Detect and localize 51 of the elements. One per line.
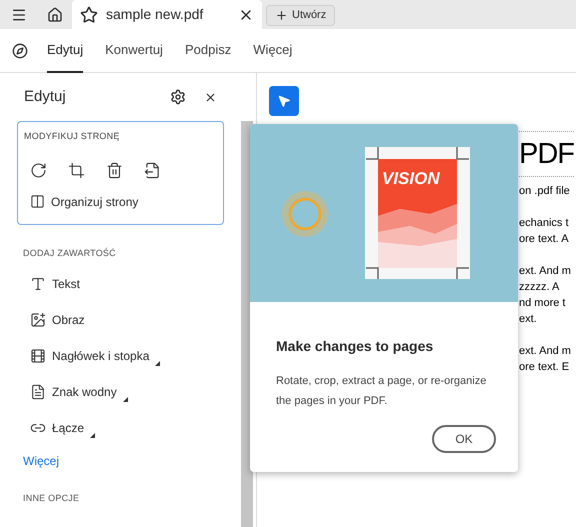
settings-icon[interactable] (170, 89, 186, 105)
section-heading: INNE OPCJE (23, 492, 80, 504)
section-heading: DODAJ ZAWARTOŚĆ (23, 247, 117, 260)
add-content-item[interactable]: Łącze (30, 418, 96, 438)
popup-description: Rotate, crop, extract a page, or re-organize the pages in your PDF. (276, 374, 488, 409)
pages-illustration: VISION (250, 124, 518, 302)
organize-pages-button[interactable]: Organizuj strony (30, 192, 217, 210)
toolbar-tab[interactable]: Podpisz (184, 28, 232, 72)
trash-icon[interactable] (106, 162, 123, 178)
star-icon[interactable] (80, 6, 98, 24)
document-tab[interactable]: sample new.pdf (72, 0, 262, 29)
toolbar-tab[interactable]: Więcej (253, 28, 292, 72)
document-text: ext. (519, 312, 537, 327)
create-button[interactable]: Utwórz (266, 5, 336, 26)
document-text: nd more t (519, 296, 566, 311)
more-link[interactable]: Więcej (23, 452, 60, 470)
section-heading: MODYFIKUJ STRONĘ (24, 130, 121, 143)
panel-title: Edytuj (24, 86, 67, 107)
crop-icon[interactable] (68, 162, 85, 178)
submenu-corner-icon (155, 360, 160, 366)
plus-icon (275, 9, 288, 22)
add-content-item[interactable]: Obraz (30, 310, 85, 330)
pointer-icon (277, 94, 291, 108)
toolbar-tab[interactable]: Konwertuj (105, 28, 163, 72)
submenu-corner-icon (90, 432, 96, 438)
rotate-icon[interactable] (30, 162, 47, 178)
document-text: echanics t (519, 216, 569, 231)
document-text: zzzzz. A (519, 280, 560, 295)
text-add-icon (30, 276, 46, 292)
add-content-item[interactable]: Tekst (30, 274, 80, 294)
compass-icon[interactable] (12, 42, 28, 58)
submenu-corner-icon (122, 396, 128, 402)
document-heading: PDF (519, 131, 574, 177)
select-tool-button[interactable] (269, 86, 299, 116)
document-icon (30, 384, 46, 400)
columns-icon (30, 194, 45, 209)
export-icon[interactable] (144, 162, 161, 178)
popup-title: Make changes to pages (276, 337, 434, 356)
ok-button[interactable]: OK (432, 425, 496, 453)
close-icon[interactable] (204, 90, 217, 104)
add-content-item[interactable]: Znak wodny (30, 382, 128, 402)
document-text: ore text. A (519, 232, 569, 247)
film-icon (30, 348, 46, 364)
document-text: ext. And m (519, 264, 571, 279)
toolbar-tab[interactable]: Edytuj (47, 28, 84, 72)
document-text: on .pdf file (519, 184, 570, 199)
document-text: ore text. E (519, 360, 570, 375)
document-text: ext. And m (519, 344, 571, 359)
tab-title: sample new.pdf (106, 5, 204, 24)
add-content-item[interactable]: Nagłówek i stopka (30, 346, 160, 366)
image-add-icon (30, 312, 46, 328)
